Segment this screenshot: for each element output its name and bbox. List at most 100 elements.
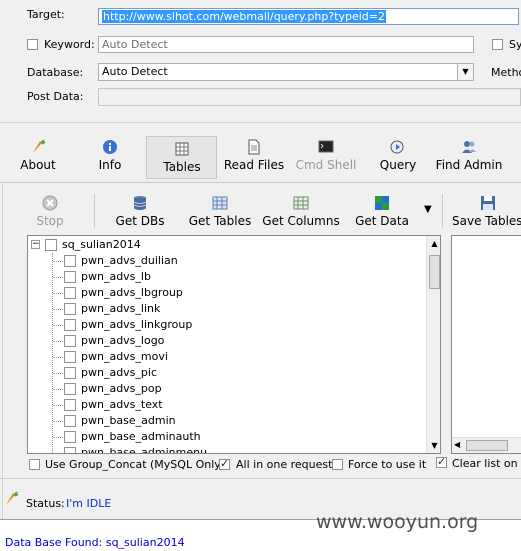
tree-item[interactable]: pwn_advs_linkgroup (28, 317, 328, 333)
options-divider (0, 478, 521, 479)
tree-item-label: pwn_advs_duilian (81, 254, 178, 267)
get-tables-button-label: Get Tables (188, 214, 252, 228)
sy-checkbox[interactable] (492, 39, 503, 50)
get-columns-button[interactable]: Get Columns (260, 195, 342, 228)
query-icon (390, 140, 404, 154)
postdata-label: Post Data: (27, 90, 84, 103)
tree-item-checkbox[interactable] (64, 319, 76, 331)
get-tables-button[interactable]: Get Tables (185, 195, 255, 228)
data-icon (375, 196, 389, 210)
get-columns-button-label: Get Columns (262, 214, 340, 228)
tree-item-checkbox[interactable] (64, 351, 76, 363)
get-data-dropdown-icon[interactable]: ▼ (424, 204, 432, 215)
scroll-down-icon[interactable]: ▼ (427, 438, 440, 453)
method-label: Metho (491, 66, 521, 79)
tree-item[interactable]: pwn_base_adminauth (28, 429, 328, 445)
data-list-hscrollbar[interactable]: ◀ (452, 437, 521, 453)
target-input[interactable]: http://www.slhot.com/webmall/query.php?t… (98, 8, 519, 25)
table-icon (175, 142, 189, 156)
tab-about[interactable]: About (15, 139, 61, 172)
tab-cmd-shell[interactable]: Cmd Shell (295, 139, 357, 172)
tree-scrollbar[interactable]: ▲ ▼ (426, 236, 440, 453)
database-icon (133, 196, 147, 210)
tree-item[interactable]: pwn_advs_lb (28, 269, 328, 285)
tree-item-label: pwn_base_admin (81, 414, 176, 427)
tree-item-checkbox[interactable] (64, 383, 76, 395)
tree-item[interactable]: pwn_advs_logo (28, 333, 328, 349)
carrot-icon (33, 139, 46, 153)
tree-item-checkbox[interactable] (64, 447, 76, 453)
tree-item[interactable]: pwn_advs_link (28, 301, 328, 317)
target-label: Target: (27, 8, 65, 21)
tab-info[interactable]: Info (90, 139, 130, 172)
tree-item[interactable]: pwn_advs_movi (28, 349, 328, 365)
hscroll-thumb[interactable] (466, 440, 508, 451)
tree-content: − sq_sulian2014 pwn_advs_duilian pwn_advs… (28, 236, 426, 453)
tree-item-label: pwn_base_adminmenu (81, 446, 208, 453)
group-concat-checkbox[interactable] (29, 459, 40, 470)
tree-item-checkbox[interactable] (64, 399, 76, 411)
postdata-input[interactable] (98, 88, 521, 106)
tree-root-label: sq_sulian2014 (62, 238, 141, 251)
tree-root-checkbox[interactable] (45, 239, 57, 251)
force-label: Force to use it (348, 458, 427, 471)
tree-item-checkbox[interactable] (64, 367, 76, 379)
tree-item[interactable]: pwn_advs_duilian (28, 253, 328, 269)
tree-item-checkbox[interactable] (64, 303, 76, 315)
tree-item[interactable]: pwn_base_admin (28, 413, 328, 429)
tree-root[interactable]: sq_sulian2014 (28, 237, 328, 253)
target-input-value: http://www.slhot.com/webmall/query.php?t… (102, 10, 386, 23)
tab-read-files[interactable]: Read Files (222, 139, 286, 172)
stop-button-label: Stop (36, 214, 64, 228)
tab-query[interactable]: Query (376, 139, 420, 172)
tree-item-label: pwn_advs_linkgroup (81, 318, 193, 331)
tab-read-files-label: Read Files (223, 158, 285, 172)
scroll-thumb[interactable] (429, 255, 440, 289)
get-dbs-button[interactable]: Get DBs (110, 195, 170, 228)
tree-item-checkbox[interactable] (64, 287, 76, 299)
tree-item-label: pwn_advs_pop (81, 382, 162, 395)
tree-item[interactable]: pwn_advs_pic (28, 365, 328, 381)
get-data-button[interactable]: Get Data (352, 195, 412, 228)
tree-item-label: pwn_advs_lb (81, 270, 151, 283)
tab-tables[interactable]: Tables (152, 141, 212, 174)
info-icon (103, 140, 117, 154)
tree-item[interactable]: pwn_advs_text (28, 397, 328, 413)
database-label: Database: (27, 66, 84, 79)
clear-list-label: Clear list on ge (452, 457, 521, 470)
toolbar-separator (94, 194, 95, 228)
database-tree[interactable]: − sq_sulian2014 pwn_advs_duilian pwn_advs… (27, 235, 441, 454)
stop-button[interactable]: Stop (30, 195, 70, 228)
tree-item-checkbox[interactable] (64, 415, 76, 427)
tree-item[interactable]: pwn_base_adminmenu (28, 445, 328, 453)
all-in-one-label: All in one request. (236, 458, 336, 471)
save-tables-button[interactable]: Save Tables (452, 195, 521, 228)
database-select[interactable]: Auto Detect ▼ (98, 63, 474, 81)
tree-item-label: pwn_advs_logo (81, 334, 165, 347)
tree-item-label: pwn_advs_pic (81, 366, 158, 379)
chevron-down-icon[interactable]: ▼ (457, 64, 473, 80)
tree-item-checkbox[interactable] (64, 271, 76, 283)
tree-item-label: pwn_advs_link (81, 302, 161, 315)
tree-item[interactable]: pwn_advs_lbgroup (28, 285, 328, 301)
all-in-one-checkbox[interactable] (219, 457, 230, 470)
save-icon (481, 196, 495, 210)
scroll-left-icon[interactable]: ◀ (454, 440, 460, 449)
keyword-checkbox[interactable] (27, 39, 38, 50)
get-data-button-label: Get Data (355, 214, 409, 228)
keyword-label: Keyword: (44, 38, 95, 51)
tree-item-label: pwn_advs_movi (81, 350, 168, 363)
tree-item-checkbox[interactable] (64, 255, 76, 267)
tree-item-checkbox[interactable] (64, 431, 76, 443)
scroll-up-icon[interactable]: ▲ (427, 236, 440, 251)
tree-item-checkbox[interactable] (64, 335, 76, 347)
keyword-input[interactable]: Auto Detect (98, 36, 474, 53)
stop-icon (42, 195, 58, 211)
tabs-divider (0, 182, 521, 183)
tab-find-admin[interactable]: Find Admin (433, 139, 505, 172)
tree-item[interactable]: pwn_advs_pop (28, 381, 328, 397)
clear-list-checkbox[interactable] (436, 455, 447, 468)
status-value: I'm IDLE (66, 497, 112, 510)
force-checkbox[interactable] (332, 459, 343, 470)
data-list-panel[interactable]: ◀ (451, 235, 521, 454)
